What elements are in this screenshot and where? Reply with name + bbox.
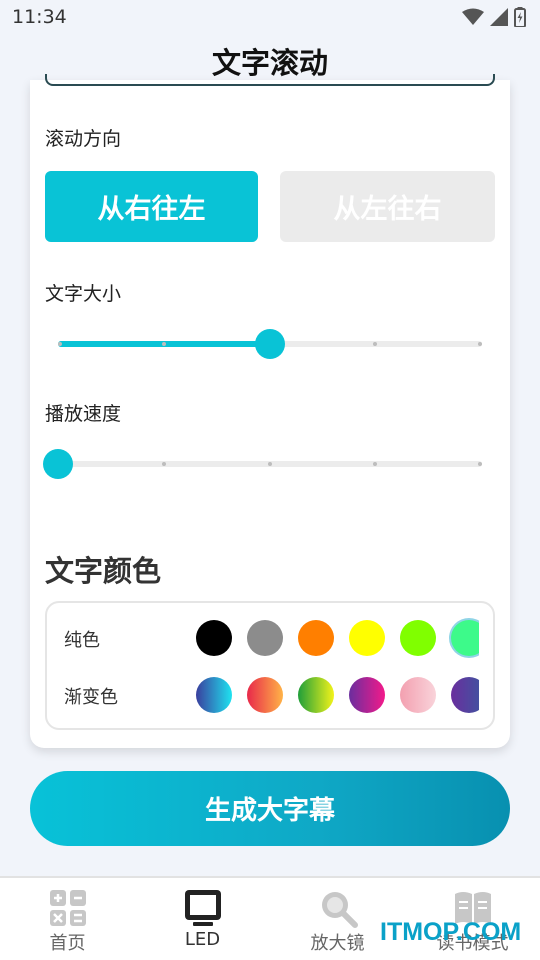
direction-left-to-right-button[interactable]: 从左往右 bbox=[280, 171, 495, 242]
settings-card: 滚动方向 从右往左 从左往右 文字大小 播放速度 文字颜色 纯色 渐变色 bbox=[30, 74, 510, 748]
color-picker-box: 纯色 渐变色 bbox=[45, 601, 495, 730]
text-size-label: 文字大小 bbox=[45, 283, 122, 305]
gradient-color-swatch[interactable] bbox=[400, 677, 436, 713]
solid-color-label: 纯色 bbox=[64, 630, 100, 651]
text-color-title: 文字颜色 bbox=[45, 554, 162, 588]
generate-banner-button[interactable]: 生成大字幕 bbox=[30, 771, 510, 846]
nav-label: 首页 bbox=[49, 933, 86, 954]
calculator-icon bbox=[50, 890, 86, 926]
slider-step-dot bbox=[478, 462, 482, 466]
text-input-edge[interactable] bbox=[45, 74, 495, 86]
solid-color-swatch[interactable] bbox=[298, 620, 334, 656]
solid-color-swatch[interactable] bbox=[349, 620, 385, 656]
slider-step-dot bbox=[268, 462, 272, 466]
status-bar: 11:34 bbox=[0, 0, 540, 34]
battery-icon bbox=[514, 7, 526, 27]
gradient-color-swatch[interactable] bbox=[451, 677, 479, 713]
slider-step-dot bbox=[373, 462, 377, 466]
direction-right-to-left-button[interactable]: 从右往左 bbox=[45, 171, 258, 242]
gradient-color-swatch[interactable] bbox=[298, 677, 334, 713]
wifi-icon bbox=[462, 8, 484, 25]
gradient-color-row: 渐变色 bbox=[47, 672, 493, 718]
solid-color-row: 纯色 bbox=[47, 615, 493, 661]
solid-color-swatch[interactable] bbox=[400, 620, 436, 656]
slider-step-dot bbox=[162, 342, 166, 346]
signal-icon bbox=[490, 8, 508, 26]
nav-label: LED bbox=[184, 929, 221, 950]
monitor-icon bbox=[185, 890, 221, 926]
slider-step-dot bbox=[58, 342, 62, 346]
solid-color-swatch[interactable] bbox=[247, 620, 283, 656]
slider-step-dot bbox=[373, 342, 377, 346]
status-icons bbox=[462, 7, 526, 27]
solid-color-swatch[interactable] bbox=[451, 620, 479, 656]
solid-color-swatch[interactable] bbox=[196, 620, 232, 656]
play-speed-label: 播放速度 bbox=[45, 403, 122, 425]
play-speed-slider-thumb[interactable] bbox=[43, 449, 73, 479]
text-size-slider-thumb[interactable] bbox=[255, 329, 285, 359]
gradient-color-swatch[interactable] bbox=[196, 677, 232, 713]
text-size-slider[interactable] bbox=[58, 329, 482, 359]
scroll-direction-label: 滚动方向 bbox=[45, 128, 122, 150]
magnifier-icon bbox=[322, 892, 358, 928]
gradient-color-swatch[interactable] bbox=[349, 677, 385, 713]
nav-item-home[interactable]: 首页 bbox=[0, 878, 135, 960]
solid-swatch-list bbox=[147, 615, 479, 661]
play-speed-slider[interactable] bbox=[43, 449, 482, 479]
nav-item-led[interactable]: LED bbox=[135, 878, 270, 960]
slider-step-dot bbox=[478, 342, 482, 346]
gradient-color-label: 渐变色 bbox=[64, 687, 118, 708]
slider-step-dot bbox=[162, 462, 166, 466]
watermark-text: ITMOP.COM bbox=[380, 918, 522, 946]
gradient-swatch-list bbox=[147, 672, 479, 718]
gradient-color-swatch[interactable] bbox=[247, 677, 283, 713]
status-time: 11:34 bbox=[12, 6, 67, 28]
